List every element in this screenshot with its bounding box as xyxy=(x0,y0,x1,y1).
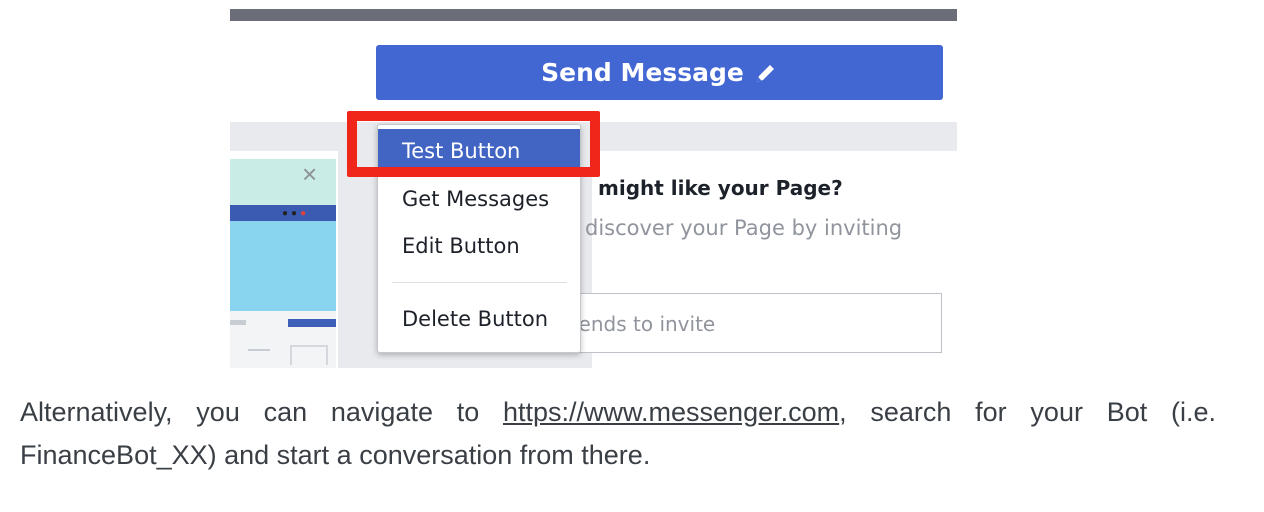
send-message-button[interactable]: Send Message xyxy=(376,45,943,100)
instruction-text: Alternatively, you can navigate to https… xyxy=(20,391,1216,477)
invite-friends-input[interactable]: iends to invite xyxy=(573,293,942,353)
messenger-link[interactable]: https://www.messenger.com xyxy=(503,397,839,427)
close-icon[interactable]: × xyxy=(302,159,317,190)
invite-card-text: discover your Page by inviting xyxy=(585,216,903,240)
menu-item-edit-button[interactable]: Edit Button xyxy=(378,224,580,268)
invite-card-heading: might like your Page? xyxy=(598,176,843,200)
menu-divider xyxy=(392,282,567,283)
send-message-label: Send Message xyxy=(541,58,744,87)
caption-before-link: Alternatively, you can navigate to xyxy=(20,397,503,427)
preview-header xyxy=(230,159,336,205)
menu-item-get-messages[interactable]: Get Messages xyxy=(378,177,580,221)
invite-input-placeholder: iends to invite xyxy=(573,312,716,336)
preview-line xyxy=(248,349,270,351)
preview-screen xyxy=(230,221,336,311)
preview-line xyxy=(230,320,246,325)
menu-item-test-button[interactable]: Test Button xyxy=(378,129,580,173)
pencil-icon xyxy=(754,61,778,85)
preview-box xyxy=(290,345,328,365)
messenger-screenshot: Send Message might like your Page? disco… xyxy=(230,9,957,368)
dots-icon: ●●● xyxy=(282,208,310,219)
preview-line xyxy=(288,319,336,327)
cover-photo-strip xyxy=(230,9,957,21)
menu-item-delete-button[interactable]: Delete Button xyxy=(378,297,580,341)
button-options-menu: Test Button Get Messages Edit Button Del… xyxy=(377,124,581,353)
